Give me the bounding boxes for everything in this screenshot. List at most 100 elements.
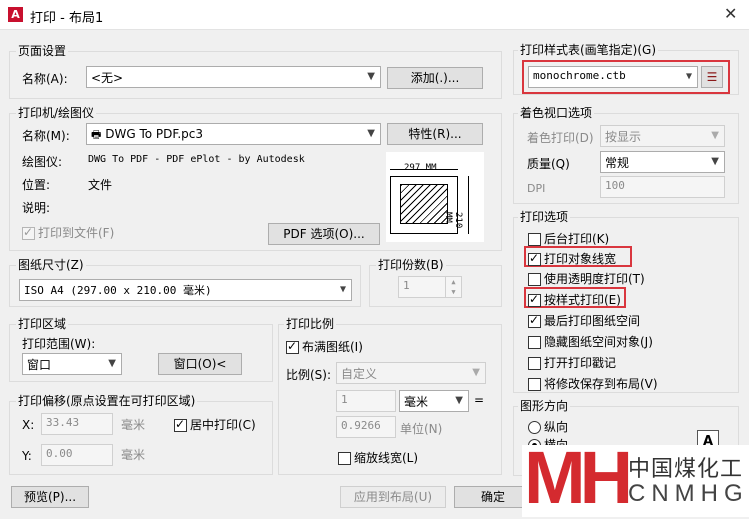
spinner-arrows-icon: ▲ ▼ [445,277,461,297]
offset-x-unit: 毫米 [121,418,146,432]
option-hide-paperspace[interactable]: 隐藏图纸空间对象(J) [528,333,653,350]
scale-value2-input[interactable]: 0.9266 [336,416,396,438]
chevron-down-icon: ▼ [367,128,375,139]
printer-icon: 🖶 [91,128,102,141]
option-check [528,378,541,391]
dpi-input[interactable]: 100 [600,176,725,198]
paper-size-title: 图纸尺寸(Z) [16,256,86,273]
center-plot-check [174,417,187,432]
shade-plot-value: 按显示 [605,130,642,144]
watermark-en-text: CNMHG [628,480,749,507]
preview-height-arrow [468,176,469,234]
printer-title: 打印机/绘图仪 [16,104,97,121]
print-range-value: 窗口 [27,358,52,372]
orientation-title: 图形方向 [518,397,571,414]
option-transparency[interactable]: 使用透明度打印(T) [528,270,645,287]
page-setup-name-label: 名称(A): [22,72,68,86]
printer-name-label: 名称(M): [22,129,70,143]
scale-value1-input[interactable]: 1 [336,390,396,412]
copies-value: 1 [403,279,410,292]
chevron-down-icon: ▼ [108,358,116,369]
close-icon[interactable]: ✕ [724,4,737,23]
option-check [528,233,541,246]
print-range-select[interactable]: 窗口 ▼ [22,353,122,375]
scale-equals: = [474,393,485,407]
page-setup-name-value: <无> [91,71,124,85]
print-offset-title: 打印偏移(原点设置在可打印区域) [16,392,198,409]
scale-unit-select[interactable]: 毫米 ▼ [399,390,469,412]
chevron-down-icon: ▼ [685,71,692,82]
add-page-setup-button[interactable]: 添加(.)... [387,67,483,89]
edit-plot-style-icon: ☰ [706,70,718,84]
option-paperspace-last[interactable]: 最后打印图纸空间 [528,312,640,329]
preview-height-label: 210 MM [443,212,463,229]
option-background-plot[interactable]: 后台打印(K) [528,230,609,247]
page-setup-title: 页面设置 [16,42,69,59]
autocad-app-icon: A [8,7,23,22]
offset-y-label: Y: [22,449,32,463]
preview-width-arrow [390,169,458,170]
printer-name-value: DWG To PDF.pc3 [105,127,203,141]
chevron-down-icon: ▼ [711,130,719,141]
edit-plot-style-button[interactable]: ☰ [701,66,723,88]
shade-plot-select[interactable]: 按显示 ▼ [600,125,725,147]
printer-properties-button[interactable]: 特性(R)... [387,123,483,145]
offset-x-input[interactable]: 33.43 [41,413,113,435]
chevron-down-icon: ▼ [339,284,346,295]
print-scale-title: 打印比例 [284,315,337,332]
portrait-radio[interactable]: 纵向 [528,418,568,435]
print-range-label: 打印范围(W): [22,337,96,351]
location-value: 文件 [88,178,113,192]
option-check [528,273,541,286]
ok-button[interactable]: 确定 [454,486,532,508]
copies-input[interactable]: 1 ▲ ▼ [398,276,462,298]
scale-unit-value: 毫米 [404,395,429,409]
scale-label: 比例(S): [286,368,332,382]
chevron-down-icon: ▼ [367,71,375,82]
plot-options-title: 打印选项 [518,208,571,225]
option-save-to-layout[interactable]: 将修改保存到布局(V) [528,375,658,392]
chevron-down-icon: ▼ [711,156,719,167]
plot-style-value: monochrome.ctb [533,69,626,82]
paper-preview: 297 MM 210 MM [386,152,484,242]
scale-lineweights-check [338,452,351,465]
option-check [528,357,541,370]
option-plot-with-styles[interactable]: 按样式打印(E) [528,291,621,308]
window-title: 打印 - 布局1 [30,11,104,26]
pdf-options-button[interactable]: PDF 选项(O)... [268,223,380,245]
paper-size-value: ISO A4 (297.00 x 210.00 毫米) [24,284,212,297]
watermark-cn-text: 中国煤化工 [628,457,744,482]
scale-value: 自定义 [341,367,378,381]
paper-size-select[interactable]: ISO A4 (297.00 x 210.00 毫米) ▼ [19,279,352,301]
copies-title: 打印份数(B) [376,256,446,273]
fit-to-paper-checkbox[interactable]: 布满图纸(I) [286,338,363,355]
option-check [528,336,541,349]
preview-hatch [400,184,448,224]
shaded-viewport-title: 着色视口选项 [518,104,595,121]
option-check [528,292,541,307]
print-to-file-checkbox[interactable]: 打印到文件(F) [22,224,114,241]
option-check [528,251,541,266]
scale-lineweights-checkbox[interactable]: 缩放线宽(L) [338,449,418,466]
preview-button[interactable]: 预览(P)... [11,486,89,508]
offset-y-unit: 毫米 [121,448,146,462]
page-setup-name-select[interactable]: <无> ▼ [86,66,381,88]
quality-label: 质量(Q) [527,157,570,171]
center-plot-checkbox[interactable]: 居中打印(C) [174,416,256,433]
option-plot-lineweights[interactable]: 打印对象线宽 [528,250,616,267]
quality-select[interactable]: 常规 ▼ [600,151,725,173]
option-plot-stamp[interactable]: 打开打印戳记 [528,354,616,371]
plotter-label: 绘图仪: [22,155,63,169]
window-pick-button[interactable]: 窗口(O)< [158,353,242,375]
quality-value: 常规 [605,156,630,170]
location-label: 位置: [22,178,51,192]
offset-x-label: X: [22,418,35,432]
shade-plot-label: 着色打印(D) [527,131,594,145]
apply-to-layout-button[interactable]: 应用到布局(U) [340,486,446,508]
scale-select[interactable]: 自定义 ▼ [336,362,486,384]
offset-y-input[interactable]: 0.00 [41,444,113,466]
print-area-title: 打印区域 [16,315,69,332]
printer-name-select[interactable]: 🖶 DWG To PDF.pc3 ▼ [86,123,381,145]
preview-width-label: 297 MM [404,163,437,173]
plot-style-select[interactable]: monochrome.ctb ▼ [528,66,698,88]
